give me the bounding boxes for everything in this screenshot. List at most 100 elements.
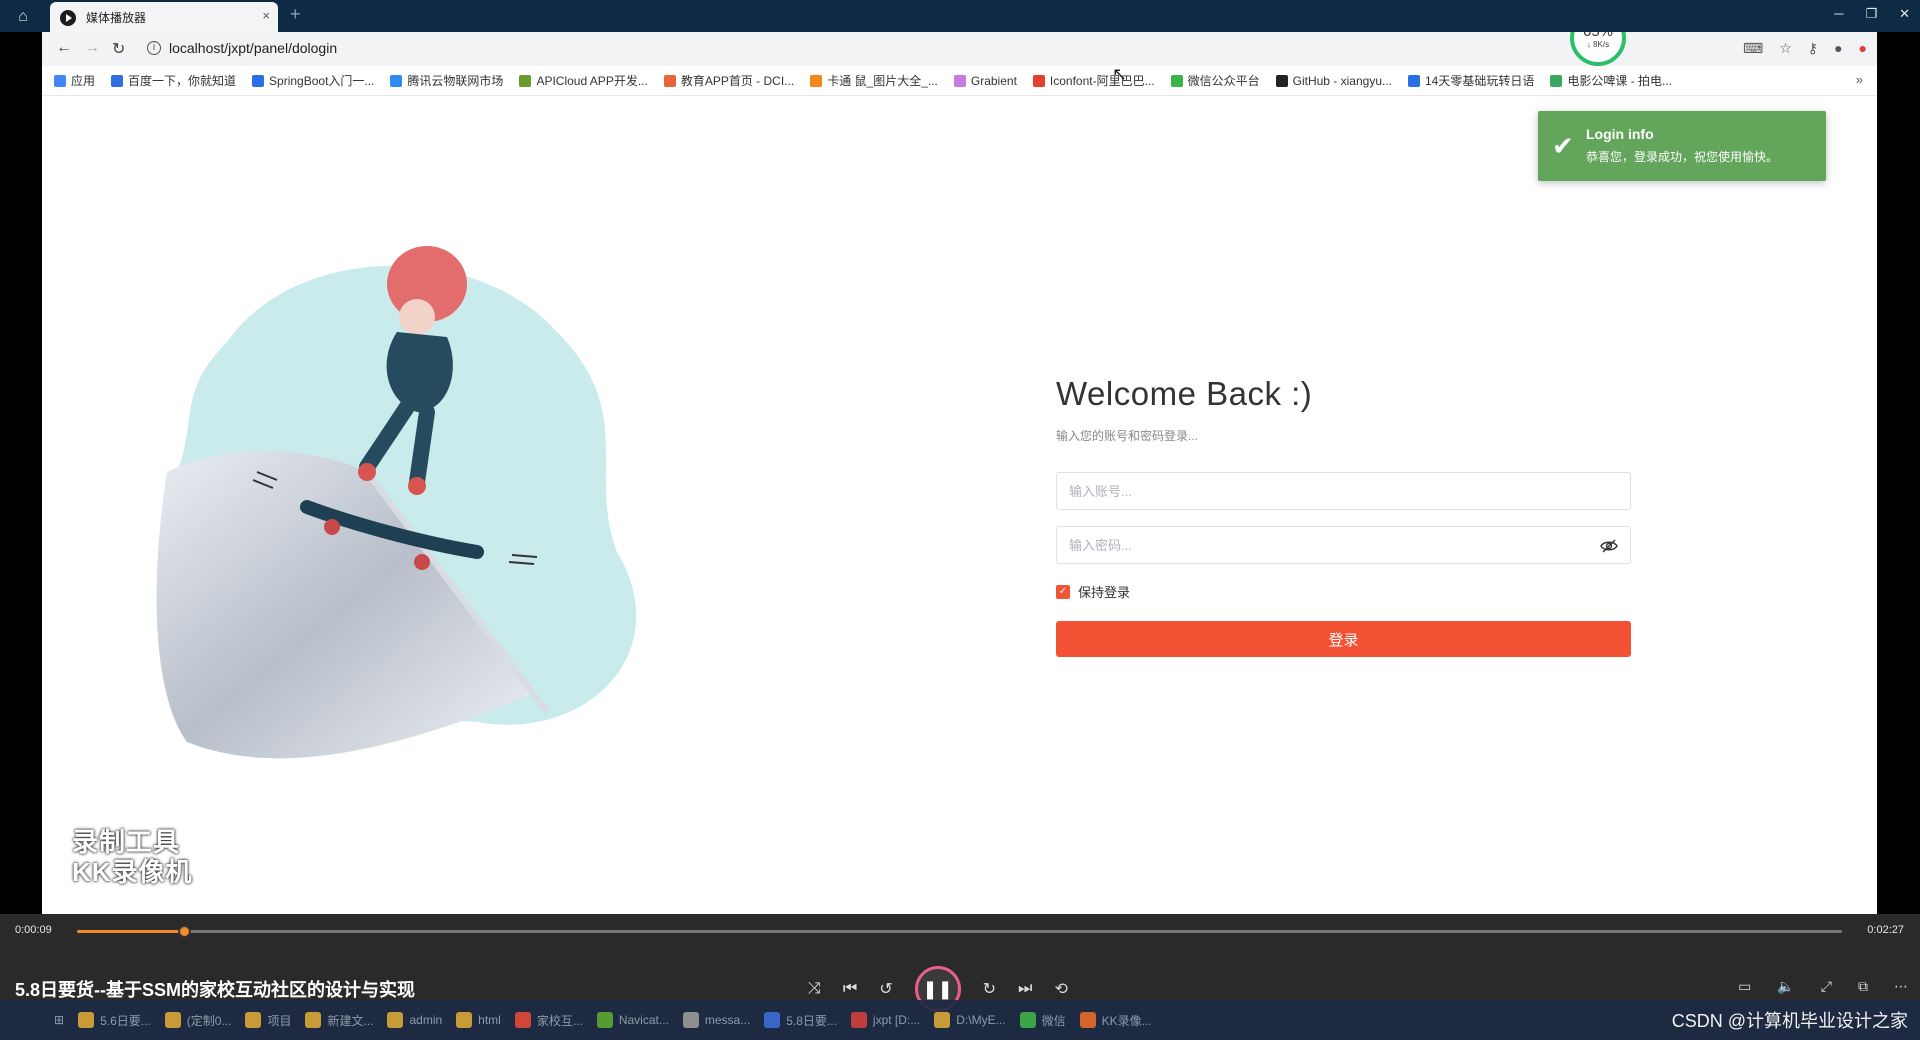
seek-bar[interactable] bbox=[77, 925, 1842, 938]
previous-icon[interactable]: ⏮ bbox=[843, 980, 857, 998]
bookmark-item[interactable]: 腾讯云物联网市场 bbox=[390, 72, 503, 89]
speed-percent: 65% bbox=[1574, 32, 1622, 40]
taskbar-item[interactable]: 微信 bbox=[1019, 1012, 1066, 1029]
bookmark-item[interactable]: 应用 bbox=[54, 72, 95, 89]
shuffle-icon[interactable]: ⤨ bbox=[808, 980, 821, 998]
player-title-bar: ⌂ 媒体播放器 × + ─ ❐ ✕ bbox=[0, 0, 1920, 32]
taskbar-app-icon bbox=[514, 1012, 531, 1028]
translate-icon[interactable]: ⌨ bbox=[1743, 40, 1763, 57]
taskbar-item[interactable]: messa... bbox=[682, 1012, 751, 1028]
back-icon[interactable]: ← bbox=[56, 39, 72, 57]
eye-slash-icon[interactable] bbox=[1600, 537, 1618, 555]
bookmark-item[interactable]: 教育APP首页 - DCI... bbox=[663, 72, 794, 89]
watermark-line-1: 录制工具 bbox=[72, 827, 181, 857]
profile-icon[interactable]: ● bbox=[1834, 40, 1842, 57]
check-icon: ✔ bbox=[1552, 131, 1574, 161]
mini-player-icon[interactable]: ⧉ bbox=[1858, 978, 1868, 995]
restore-icon[interactable]: ❐ bbox=[1865, 6, 1877, 22]
next-icon[interactable]: ⏭ bbox=[1018, 980, 1032, 998]
bookmark-star-icon[interactable]: ☆ bbox=[1779, 40, 1792, 57]
taskbar-label: D:\MyE... bbox=[956, 1013, 1006, 1027]
new-tab-button[interactable]: + bbox=[290, 4, 301, 25]
password-field bbox=[1056, 526, 1631, 564]
bookmark-label: 微信公众平台 bbox=[1187, 74, 1260, 88]
taskbar-app-icon bbox=[78, 1012, 95, 1028]
taskbar-app-icon bbox=[934, 1012, 951, 1028]
password-input[interactable] bbox=[1057, 527, 1630, 563]
subtitles-icon[interactable]: ▭ bbox=[1738, 978, 1751, 995]
tab-title: 媒体播放器 bbox=[86, 11, 147, 25]
taskbar-label: messa... bbox=[704, 1013, 751, 1027]
close-icon[interactable]: ✕ bbox=[1899, 6, 1910, 22]
home-icon[interactable]: ⌂ bbox=[12, 6, 34, 28]
bookmark-item[interactable]: 电影公啤课 - 拍电... bbox=[1550, 72, 1672, 89]
bookmark-label: 电影公啤课 - 拍电... bbox=[1567, 74, 1673, 88]
forward-icon[interactable]: → bbox=[84, 39, 100, 57]
bookmark-item[interactable]: APICloud APP开发... bbox=[519, 72, 648, 89]
taskbar-item[interactable]: 项目 bbox=[245, 1012, 291, 1029]
bookmark-item[interactable]: 百度一下，你就知道 bbox=[111, 72, 236, 89]
taskbar-item[interactable]: jxpt [D:... bbox=[850, 1012, 920, 1028]
taskbar-item[interactable]: 5.8日要... bbox=[764, 1012, 837, 1029]
taskbar-app-icon bbox=[305, 1012, 322, 1028]
repeat-icon[interactable]: ⟲ bbox=[1054, 979, 1067, 999]
window-controls: ─ ❐ ✕ bbox=[1834, 6, 1910, 22]
taskbar-item[interactable]: html bbox=[456, 1012, 501, 1028]
fullscreen-icon[interactable]: ⤢ bbox=[1821, 978, 1832, 995]
remember-label: 保持登录 bbox=[1078, 585, 1131, 600]
more-options-icon[interactable]: ⋯ bbox=[1894, 978, 1908, 995]
login-button[interactable]: 登录 bbox=[1056, 621, 1631, 657]
start-icon[interactable]: ⊞ bbox=[54, 1013, 64, 1027]
bookmark-item[interactable]: 14天零基础玩转日语 bbox=[1408, 72, 1534, 89]
bookmarks-more-button[interactable]: » bbox=[1856, 72, 1863, 87]
toast-message: 恭喜您，登录成功，祝您使用愉快。 bbox=[1586, 150, 1779, 164]
taskbar-app-icon bbox=[387, 1012, 404, 1028]
reload-icon[interactable]: ↻ bbox=[112, 39, 125, 59]
taskbar-item[interactable]: Navicat... bbox=[596, 1012, 669, 1028]
bookmark-item[interactable]: 卡通 鼠_图片大全_... bbox=[810, 72, 938, 89]
minimize-icon[interactable]: ─ bbox=[1834, 6, 1843, 22]
key-icon[interactable]: ⚷ bbox=[1808, 40, 1818, 57]
bookmark-item[interactable]: SpringBoot入门一... bbox=[252, 72, 374, 89]
taskbar-app-icon bbox=[764, 1012, 781, 1028]
seek-bar-fill bbox=[77, 930, 185, 933]
bookmark-favicon-icon bbox=[1170, 74, 1183, 87]
site-info-icon[interactable]: i bbox=[147, 41, 161, 55]
url-field[interactable]: i localhost/jxpt/panel/dologin bbox=[147, 37, 1387, 61]
taskbar-app-icon bbox=[245, 1012, 262, 1028]
bookmark-favicon-icon bbox=[663, 74, 676, 87]
username-input[interactable] bbox=[1057, 473, 1630, 509]
taskbar-item[interactable]: KK录像... bbox=[1079, 1012, 1152, 1029]
taskbar-item[interactable]: admin bbox=[387, 1012, 442, 1028]
taskbar-label: 微信 bbox=[1041, 1013, 1066, 1028]
skateboarder-illustration bbox=[156, 246, 637, 759]
bookmark-item[interactable]: Grabient bbox=[953, 74, 1017, 88]
extension-icon[interactable]: ● bbox=[1859, 40, 1867, 57]
url-text: localhost/jxpt/panel/dologin bbox=[169, 40, 338, 56]
bookmark-item[interactable]: GitHub - xiangyu... bbox=[1275, 74, 1392, 88]
bookmark-item[interactable]: 微信公众平台 bbox=[1170, 72, 1260, 89]
taskbar-item[interactable]: 家校互... bbox=[514, 1012, 583, 1029]
remember-checkbox[interactable]: ✓ bbox=[1056, 584, 1070, 599]
taskbar-item[interactable]: (定制0... bbox=[164, 1012, 231, 1029]
bookmark-favicon-icon bbox=[810, 74, 823, 87]
browser-address-bar: ← → ↻ i localhost/jxpt/panel/dologin 65%… bbox=[42, 32, 1877, 66]
taskbar-app-icon bbox=[1079, 1012, 1096, 1028]
seek-handle[interactable] bbox=[177, 925, 191, 938]
csdn-credit: CSDN @计算机毕业设计之家 bbox=[1671, 1011, 1908, 1031]
remember-me[interactable]: ✓ 保持登录 bbox=[1056, 582, 1631, 601]
taskbar-item[interactable]: D:\MyE... bbox=[934, 1012, 1006, 1028]
network-speed-widget: 65% ↓ 8K/s bbox=[1570, 32, 1626, 66]
player-tab[interactable]: 媒体播放器 × bbox=[50, 2, 278, 32]
volume-icon[interactable]: 🔈 bbox=[1777, 978, 1794, 995]
taskbar-item[interactable]: 新建文... bbox=[305, 1012, 373, 1029]
bookmark-item[interactable]: Iconfont-阿里巴巴... bbox=[1032, 72, 1155, 89]
forward-30-icon[interactable]: ↻ bbox=[983, 979, 996, 999]
tab-close-button[interactable]: × bbox=[262, 8, 270, 23]
rewind-10-icon[interactable]: ↺ bbox=[879, 979, 892, 999]
player-extra-controls: ▭ 🔈 ⤢ ⧉ ⋯ bbox=[1738, 978, 1908, 995]
login-form: Welcome Back :) 输入您的账号和密码登录... ✓ 保持登录 登录 bbox=[1056, 375, 1631, 657]
taskbar-app-icon bbox=[1019, 1012, 1036, 1028]
taskbar-item[interactable]: 5.6日要... bbox=[78, 1012, 151, 1029]
taskbar-app-icon bbox=[682, 1012, 699, 1028]
